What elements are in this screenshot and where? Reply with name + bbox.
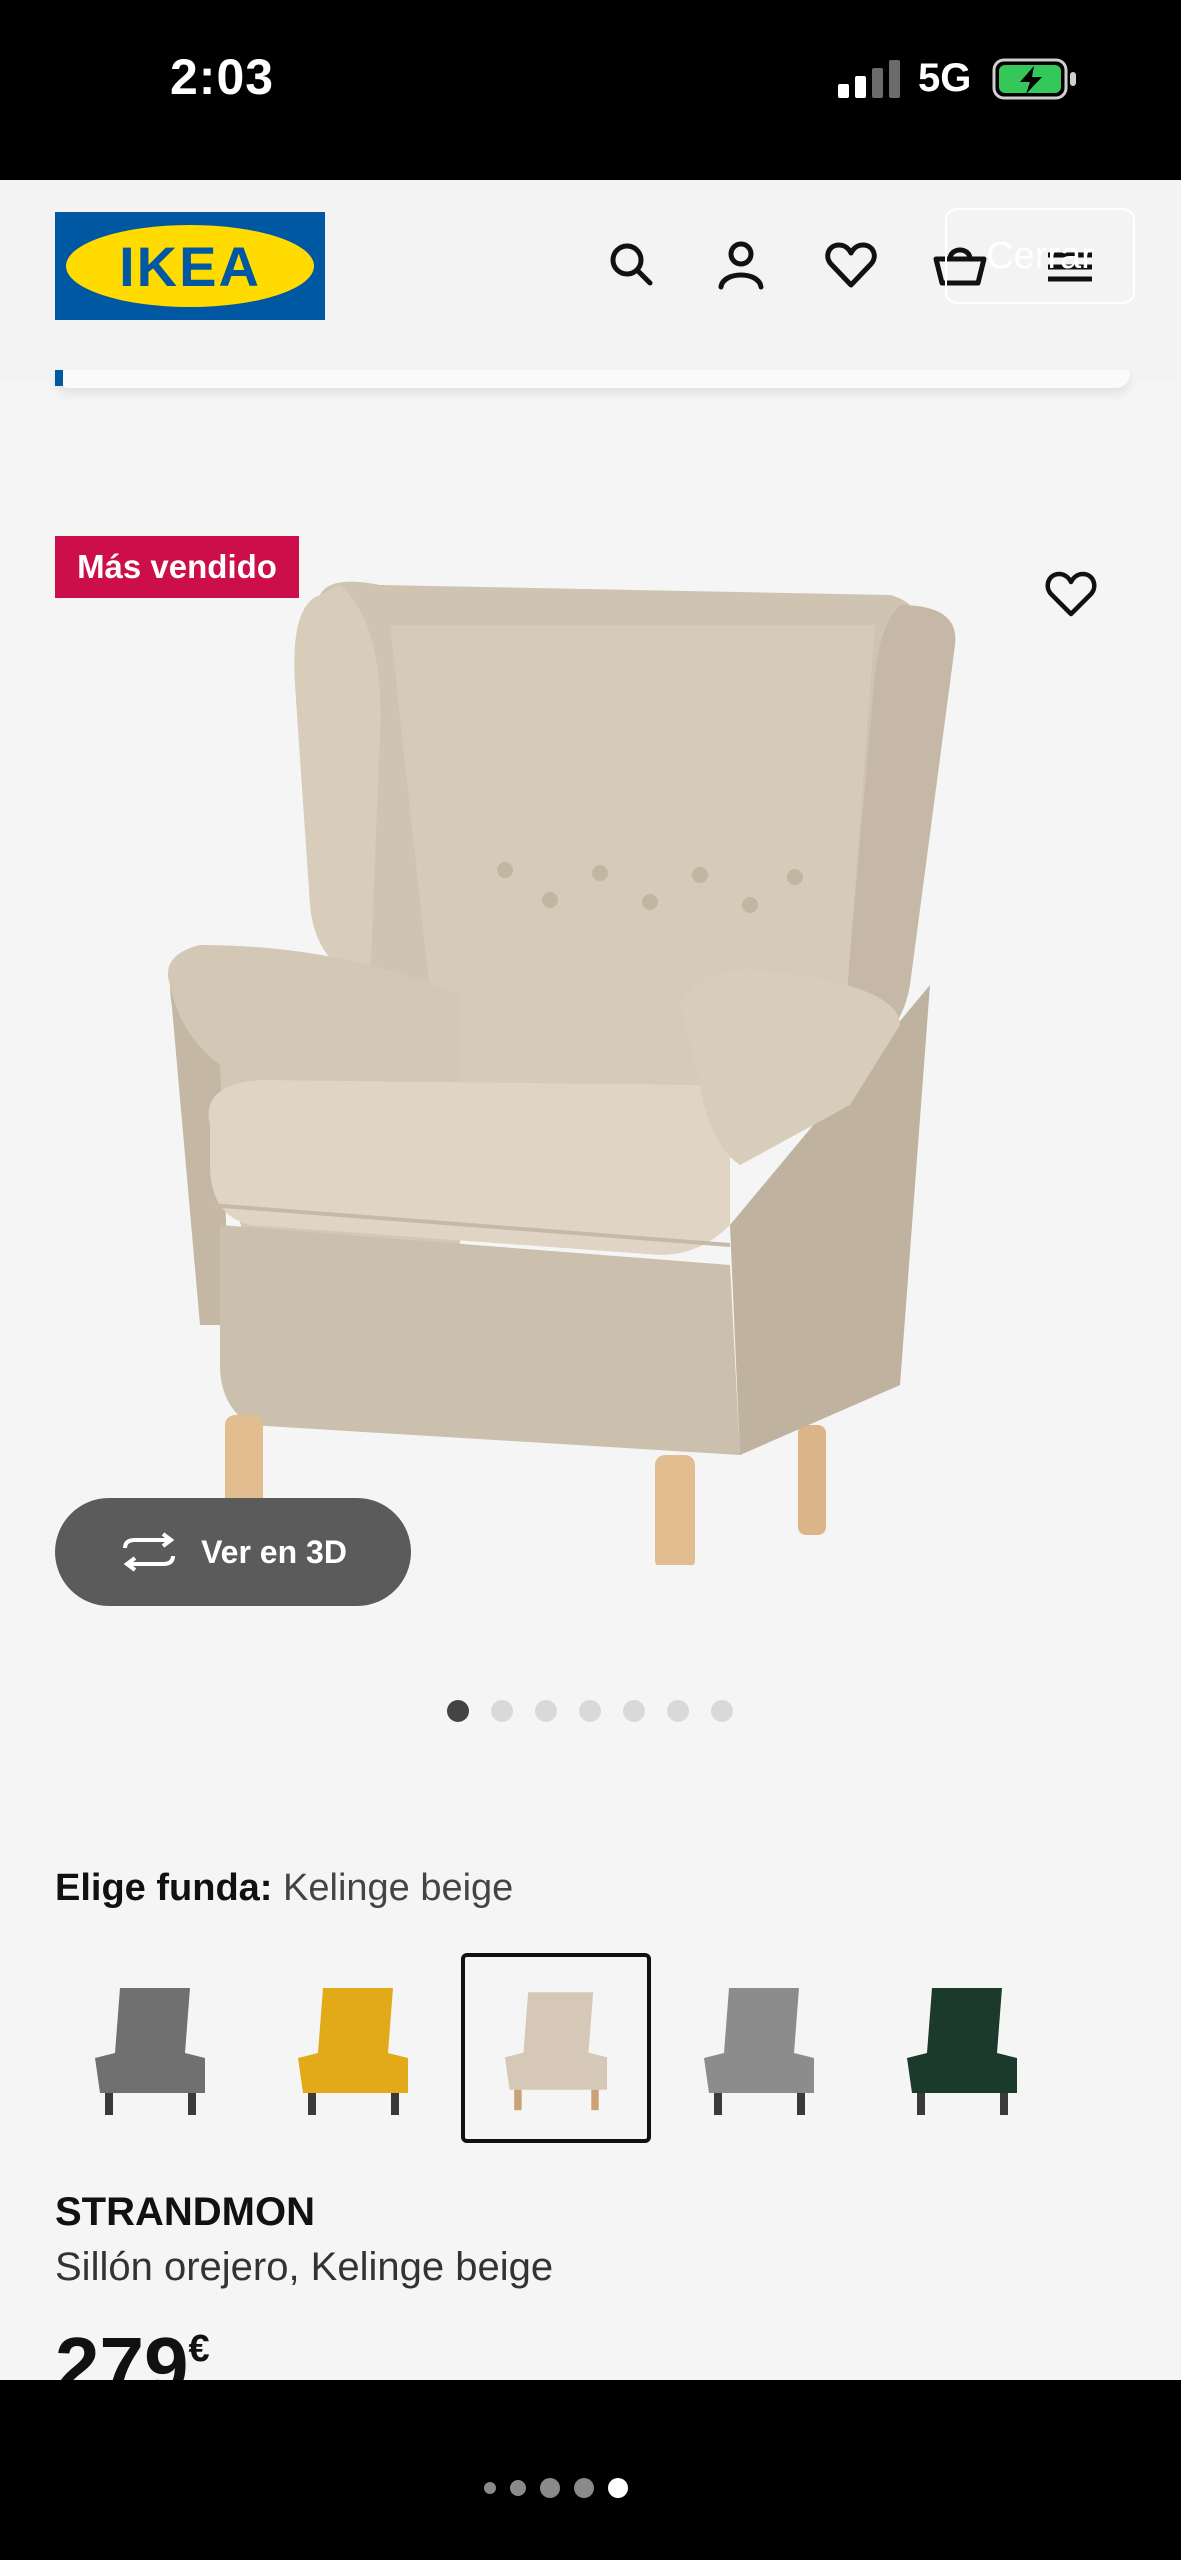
bottom-bar bbox=[0, 2380, 1181, 2560]
product-name: STRANDMON bbox=[55, 2190, 315, 2234]
product-image-armchair[interactable] bbox=[140, 565, 1050, 1565]
view-3d-label: Ver en 3D bbox=[201, 1533, 347, 1570]
account-icon[interactable] bbox=[713, 237, 769, 293]
swatch-gray[interactable] bbox=[55, 1953, 245, 2143]
battery-icon bbox=[992, 58, 1076, 100]
favorite-heart-icon[interactable] bbox=[1043, 568, 1099, 620]
search-bar-edge[interactable] bbox=[55, 370, 1130, 388]
site-header: IKEA Cerrar bbox=[0, 180, 1181, 380]
swatch-dark-green[interactable] bbox=[867, 1953, 1057, 2143]
heart-icon[interactable] bbox=[823, 237, 879, 293]
page-indicator bbox=[484, 2478, 628, 2498]
product-price: 279€ bbox=[55, 2321, 210, 2380]
gallery-dot[interactable] bbox=[535, 1700, 557, 1722]
search-icon[interactable] bbox=[604, 237, 660, 293]
gallery-dot[interactable] bbox=[447, 1700, 469, 1722]
network-label: 5G bbox=[918, 56, 972, 100]
product-description: Sillón orejero, Kelinge beige bbox=[55, 2245, 554, 2289]
gallery-dot[interactable] bbox=[623, 1700, 645, 1722]
ikea-logo[interactable]: IKEA bbox=[55, 212, 325, 320]
rotate-3d-icon bbox=[123, 1532, 176, 1572]
swatch-yellow[interactable] bbox=[258, 1953, 448, 2143]
close-button[interactable]: Cerrar bbox=[945, 208, 1135, 304]
swatch-beige-selected[interactable] bbox=[461, 1953, 651, 2143]
color-swatches bbox=[55, 1953, 1135, 2143]
swatch-light-gray[interactable] bbox=[664, 1953, 854, 2143]
variant-label: Elige funda: Kelinge beige bbox=[55, 1867, 514, 1909]
view-3d-button[interactable]: Ver en 3D bbox=[55, 1498, 411, 1606]
gallery-dot[interactable] bbox=[491, 1700, 513, 1722]
gallery-pagination[interactable] bbox=[447, 1700, 733, 1722]
status-bar: 2:03 5G bbox=[0, 0, 1181, 180]
product-page: IKEA Cerrar Más vendido Ver en 3D Elige … bbox=[0, 180, 1181, 2380]
gallery-dot[interactable] bbox=[711, 1700, 733, 1722]
gallery-dot[interactable] bbox=[579, 1700, 601, 1722]
signal-icon bbox=[838, 60, 900, 98]
gallery-dot[interactable] bbox=[667, 1700, 689, 1722]
status-time: 2:03 bbox=[170, 49, 275, 105]
